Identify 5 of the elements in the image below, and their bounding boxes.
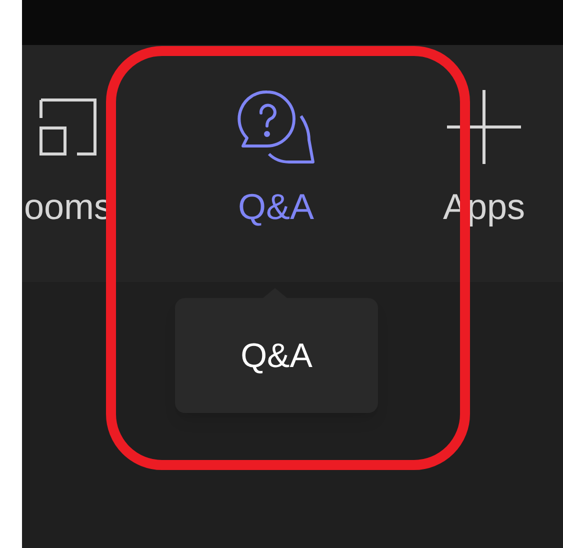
rooms-icon (37, 96, 99, 158)
tooltip-text: Q&A (240, 338, 312, 372)
plus-icon (447, 90, 521, 164)
toolbar-tab[interactable]: Q&A (172, 45, 380, 282)
question-chat-icon (237, 88, 315, 166)
